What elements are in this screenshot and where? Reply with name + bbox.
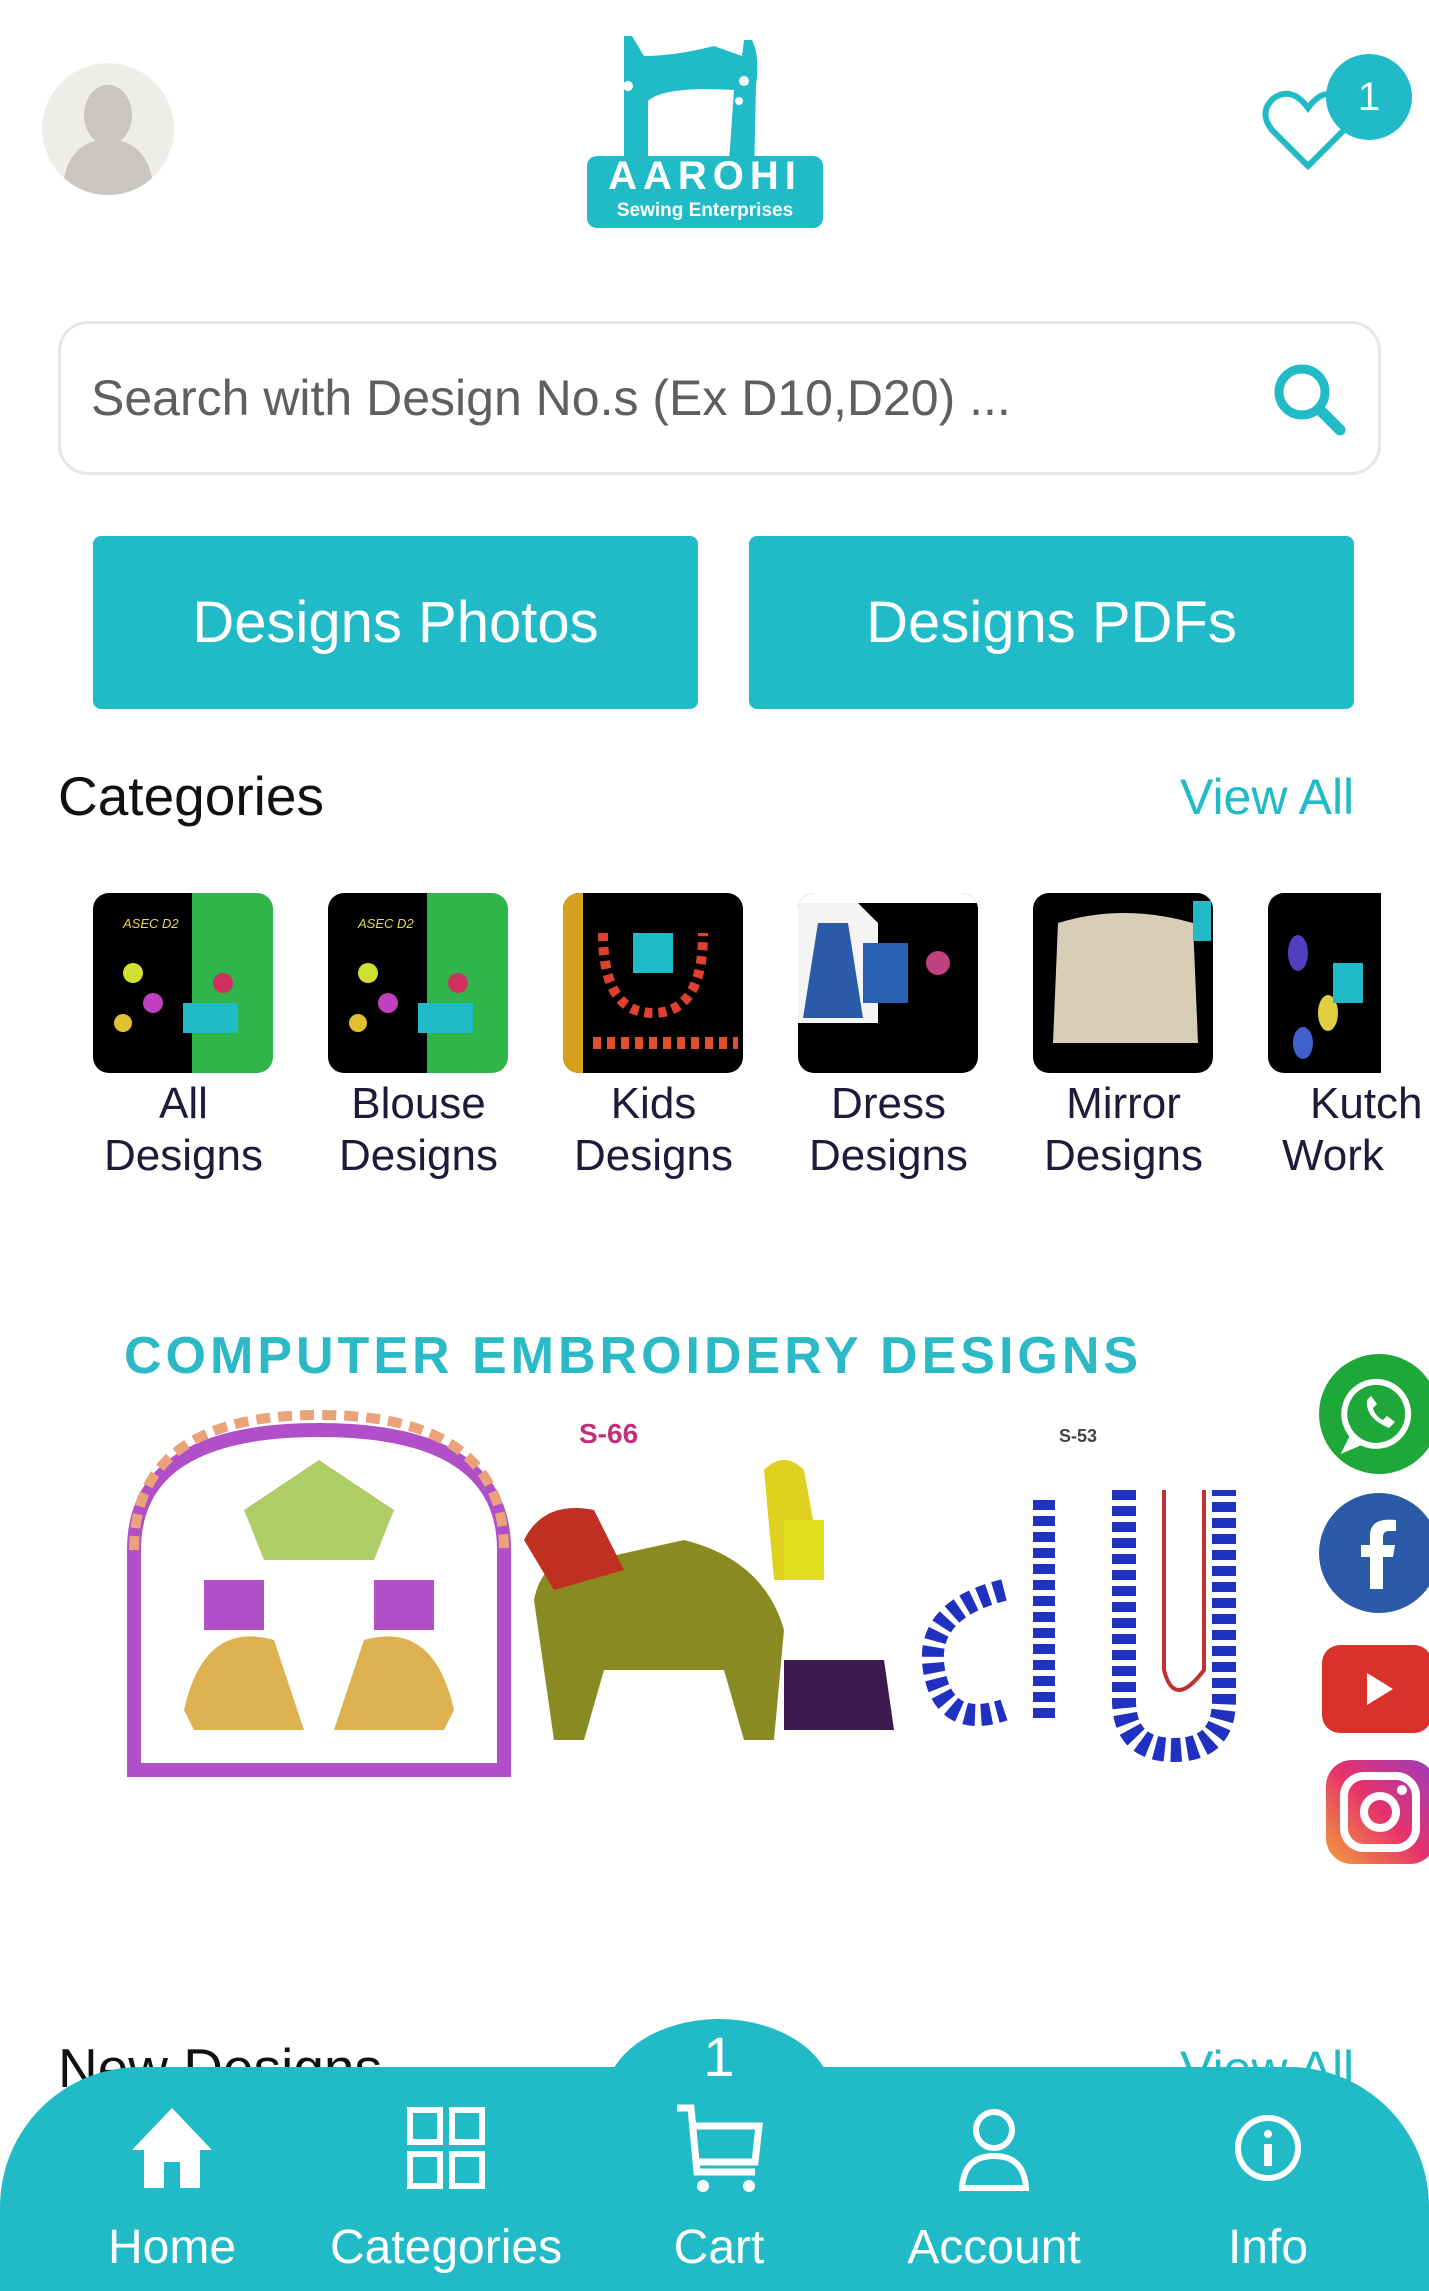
youtube-button[interactable] (1322, 1645, 1429, 1733)
category-image-blouse[interactable]: ASEC D2 (328, 893, 508, 1073)
category-label-line: Designs (1044, 1131, 1203, 1180)
svg-text:ASEC D2: ASEC D2 (122, 916, 179, 931)
logo[interactable]: AAROHI Sewing Enterprises (584, 26, 826, 231)
nav-categories[interactable]: Categories (329, 2100, 563, 2275)
category-image-kutch[interactable] (1268, 893, 1381, 1073)
wishlist-count-badge: 1 (1326, 54, 1412, 140)
whatsapp-button[interactable] (1319, 1354, 1429, 1474)
instagram-button[interactable] (1326, 1760, 1429, 1864)
whatsapp-icon (1340, 1378, 1412, 1454)
category-label-line: Designs (104, 1131, 263, 1180)
category-label-line: Designs (339, 1131, 498, 1180)
designs-pdfs-button[interactable]: Designs PDFs (749, 536, 1354, 709)
cart-count-badge: 1 (703, 2025, 735, 2088)
embroidery-neckline-image (563, 893, 738, 1073)
category-image-all[interactable]: ASEC D2 (93, 893, 273, 1073)
category-label-dress[interactable]: Dress Designs (771, 1078, 1006, 1182)
category-label-line: Blouse (351, 1079, 486, 1128)
search-icon[interactable] (1268, 358, 1348, 438)
user-icon (958, 2109, 1030, 2191)
category-image-dress[interactable] (798, 893, 978, 1073)
category-label-line: Kutch (1310, 1079, 1423, 1128)
category-label-line: Designs (809, 1131, 968, 1180)
category-label-kids[interactable]: Kids Designs (536, 1078, 771, 1182)
search-input[interactable] (91, 369, 1268, 427)
category-label-all[interactable]: All Designs (66, 1078, 301, 1182)
logo-subtitle: Sewing Enterprises (616, 200, 794, 221)
nav-categories-label: Categories (329, 2221, 563, 2274)
nav-account[interactable]: Account (879, 2100, 1109, 2275)
design-label-s53: S-53 (1059, 1426, 1098, 1446)
category-image-mirror[interactable] (1033, 893, 1213, 1073)
design-label-s66: S-66 (579, 1418, 639, 1449)
banner-title: COMPUTER EMBROIDERY DESIGNS (124, 1327, 1143, 1385)
category-label-blouse[interactable]: Blouse Designs (301, 1078, 536, 1182)
nav-info-label: Info (1227, 2221, 1309, 2274)
info-icon (1235, 2115, 1301, 2181)
category-image-kids[interactable] (563, 893, 743, 1073)
nav-info[interactable]: Info (1153, 2100, 1383, 2275)
nav-account-label: Account (907, 2221, 1081, 2274)
nav-cart[interactable]: Cart (604, 2100, 834, 2275)
user-avatar-icon (62, 85, 154, 195)
nav-home-label: Home (107, 2221, 237, 2274)
embroidery-flowers-image: ASEC D2 (114, 916, 238, 1033)
facebook-icon (1361, 1519, 1396, 1589)
nav-home[interactable]: Home (57, 2100, 287, 2275)
categories-heading: Categories (58, 765, 324, 827)
categories-view-all-link[interactable]: View All (1180, 768, 1354, 826)
embroidery-flowers-image: ASEC D2 (349, 916, 473, 1033)
search-bar[interactable] (58, 321, 1381, 475)
mirror-blouse-image (1053, 901, 1211, 1043)
home-icon (132, 2108, 212, 2188)
category-label-line: Designs (574, 1131, 733, 1180)
svg-text:ASEC D2: ASEC D2 (357, 916, 414, 931)
category-label-line: Kids (610, 1079, 697, 1128)
grid-icon (407, 2107, 485, 2189)
youtube-icon (1367, 1673, 1393, 1705)
category-label-mirror[interactable]: Mirror Designs (1006, 1078, 1241, 1182)
category-label-line: Mirror (1066, 1079, 1181, 1128)
category-label-line: All (159, 1079, 208, 1128)
category-label-line: Work (1282, 1131, 1384, 1180)
dress-image (798, 893, 978, 1023)
kutch-work-image (1288, 935, 1363, 1059)
embroidery-designs-image (127, 1409, 1236, 1777)
category-label-line: Dress (831, 1079, 946, 1128)
facebook-button[interactable] (1319, 1493, 1429, 1613)
categories-carousel[interactable]: ASEC D2 ASEC D2 All Designs Blouse Designs… (0, 880, 1429, 1200)
embroidery-banner[interactable]: S-66 S-53 (124, 1409, 1319, 1780)
instagram-icon (1340, 1772, 1420, 1852)
designs-photos-button[interactable]: Designs Photos (93, 536, 698, 709)
category-label-kutch[interactable]: Kutch Work (1282, 1078, 1427, 1182)
avatar[interactable] (42, 63, 174, 195)
cart-icon (677, 2104, 763, 2192)
nav-cart-label: Cart (673, 2221, 765, 2274)
logo-title: AAROHI (608, 154, 802, 198)
